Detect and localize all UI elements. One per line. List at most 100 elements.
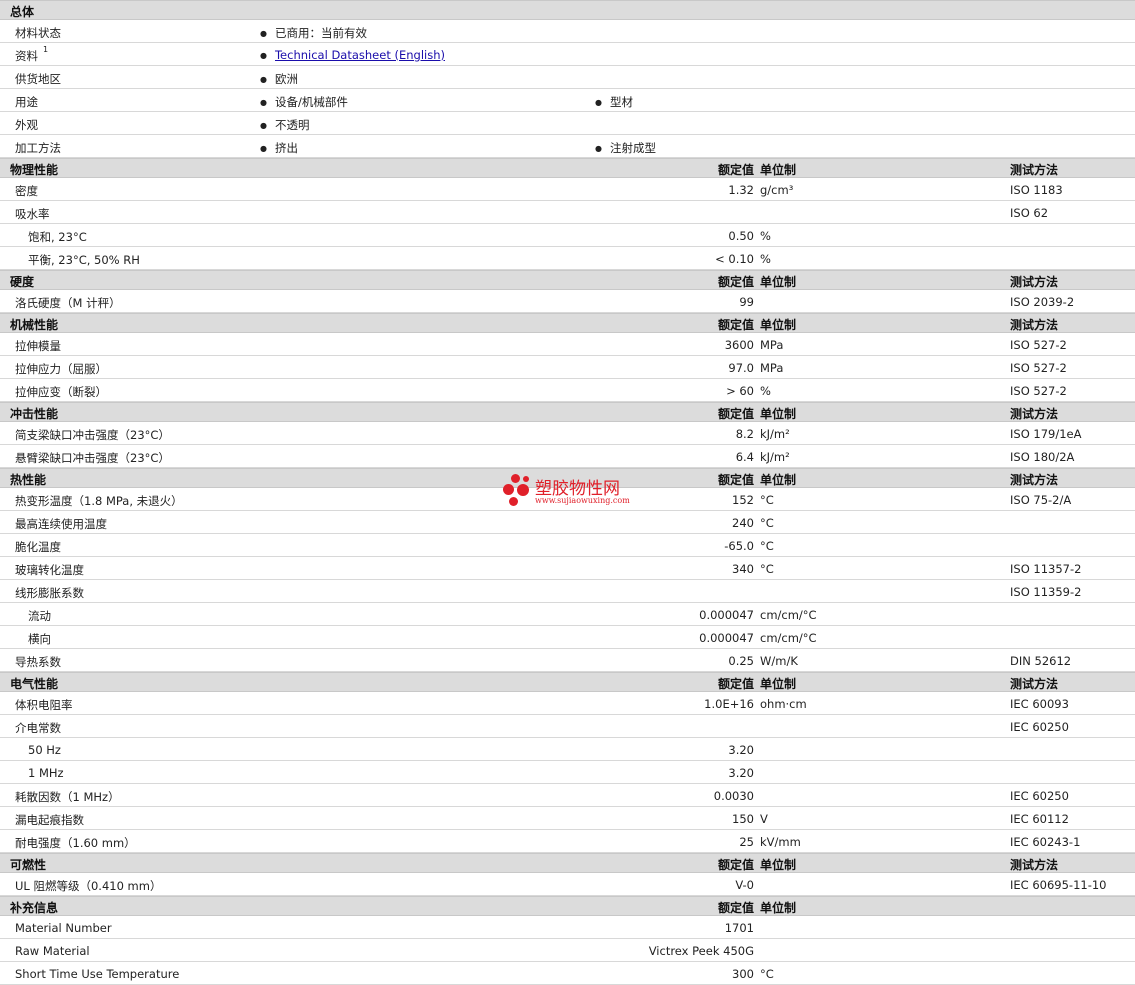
property-value: > 60 [726,384,754,398]
property-row: 漏电起痕指数 150 V IEC 60112 [0,807,1135,830]
property-unit: °C [760,539,774,553]
property-row: 拉伸应力（屈服） 97.0 MPa ISO 527-2 [0,356,1135,379]
property-label: 饱和, 23°C [28,230,87,244]
test-method: ISO 11357-2 [1010,562,1082,576]
header-value: 额定值 [717,275,754,289]
property-label: Material Number [15,921,112,935]
test-method: ISO 527-2 [1010,361,1067,375]
property-label: 50 Hz [28,743,61,757]
property-unit: MPa [760,361,784,375]
header-method: 测试方法 [1010,318,1059,332]
property-value: 0.000047 [699,608,754,622]
header-method: 测试方法 [1010,858,1059,872]
bullet-item: 欧洲 [260,71,298,87]
header-method: 测试方法 [1010,275,1059,289]
footnote-marker: 1 [43,45,49,54]
property-value: 1701 [724,921,754,935]
property-value: 8.2 [735,427,754,441]
property-row: Material Number 1701 [0,916,1135,939]
general-row: 用途 设备/机械部件 型材 [0,89,1135,112]
property-label: 拉伸模量 [15,339,61,353]
property-value: 150 [732,812,754,826]
property-label: 拉伸应变（断裂） [15,385,107,399]
header-unit: 单位制 [760,473,797,487]
property-value: 1.32 [728,183,754,197]
property-value: 3600 [724,338,754,352]
bullet-item: 型材 [595,94,633,110]
property-label: 横向 [28,632,51,646]
header-method: 测试方法 [1010,473,1059,487]
test-method: IEC 60250 [1010,720,1069,734]
property-unit: °C [760,493,774,507]
property-row: 介电常数 IEC 60250 [0,715,1135,738]
property-unit: °C [760,562,774,576]
test-method: ISO 75-2/A [1010,493,1072,507]
property-row: 拉伸模量 3600 MPa ISO 527-2 [0,333,1135,356]
property-label: 拉伸应力（屈服） [15,362,107,376]
header-method: 测试方法 [1010,407,1059,421]
test-method: ISO 527-2 [1010,384,1067,398]
property-row: UL 阻燃等级（0.410 mm） V-0 IEC 60695-11-10 [0,873,1135,896]
property-row: 横向 0.000047 cm/cm/°C [0,626,1135,649]
section-title: 冲击性能 [10,407,59,421]
watermark-dots-icon [503,474,533,508]
property-label: 1 MHz [28,766,64,780]
property-unit: ohm·cm [760,697,807,711]
section-header: 物理性能 额定值 单位制 测试方法 [0,158,1135,178]
property-label: Short Time Use Temperature [15,967,180,981]
property-label: 密度 [15,184,38,198]
property-label: 流动 [28,609,51,623]
property-unit: kV/mm [760,835,801,849]
property-label: 简支梁缺口冲击强度（23°C） [15,428,170,442]
property-unit: kJ/m² [760,450,790,464]
test-method: ISO 527-2 [1010,338,1067,352]
row-label: 用途 [15,95,38,109]
row-label: 供货地区 [15,72,61,86]
property-unit: cm/cm/°C [760,631,817,645]
property-unit: °C [760,516,774,530]
section-title: 热性能 [10,473,47,487]
watermark-url: www.sujiaowuxing.com [535,496,630,505]
property-value: 240 [732,516,754,530]
property-label: 吸水率 [15,207,50,221]
property-row: 悬臂梁缺口冲击强度（23°C） 6.4 kJ/m² ISO 180/2A [0,445,1135,468]
property-value: 300 [732,967,754,981]
header-value: 额定值 [717,901,754,915]
property-label: 悬臂梁缺口冲击强度（23°C） [15,451,170,465]
test-method: ISO 179/1eA [1010,427,1082,441]
section-header: 硬度 额定值 单位制 测试方法 [0,270,1135,290]
bullet-item: 挤出 [260,140,298,156]
property-value: 3.20 [728,743,754,757]
property-value: 97.0 [728,361,754,375]
property-unit: % [760,384,771,398]
section-title: 总体 [10,5,35,19]
watermark-logo: 塑胶物性网 www.sujiaowuxing.com [503,472,643,512]
header-unit: 单位制 [760,677,797,691]
bullet-item: 注射成型 [595,140,656,156]
property-label: 耗散因数（1 MHz） [15,790,120,804]
property-value: 152 [732,493,754,507]
property-unit: cm/cm/°C [760,608,817,622]
property-label: 耐电强度（1.60 mm） [15,836,136,850]
property-value: 25 [739,835,754,849]
property-label: Raw Material [15,944,90,958]
property-value: 0.000047 [699,631,754,645]
property-unit: °C [760,967,774,981]
property-unit: kJ/m² [760,427,790,441]
property-label: 热变形温度（1.8 MPa, 未退火） [15,494,183,508]
property-row: 体积电阻率 1.0E+16 ohm·cm IEC 60093 [0,692,1135,715]
test-method: IEC 60695-11-10 [1010,878,1107,892]
row-label: 资料 [15,49,38,63]
property-label: 漏电起痕指数 [15,813,84,827]
property-row: 脆化温度 -65.0 °C [0,534,1135,557]
header-method: 测试方法 [1010,677,1059,691]
property-value: Victrex Peek 450G [648,944,754,958]
property-label: 平衡, 23°C, 50% RH [28,253,140,267]
property-row: 耗散因数（1 MHz） 0.0030 IEC 60250 [0,784,1135,807]
property-value: 0.50 [728,229,754,243]
header-unit: 单位制 [760,318,797,332]
property-value: 0.25 [728,654,754,668]
test-method: IEC 60243-1 [1010,835,1081,849]
technical-datasheet-link[interactable]: Technical Datasheet (English) [275,48,445,62]
general-row: 材料状态 已商用：当前有效 [0,20,1135,43]
